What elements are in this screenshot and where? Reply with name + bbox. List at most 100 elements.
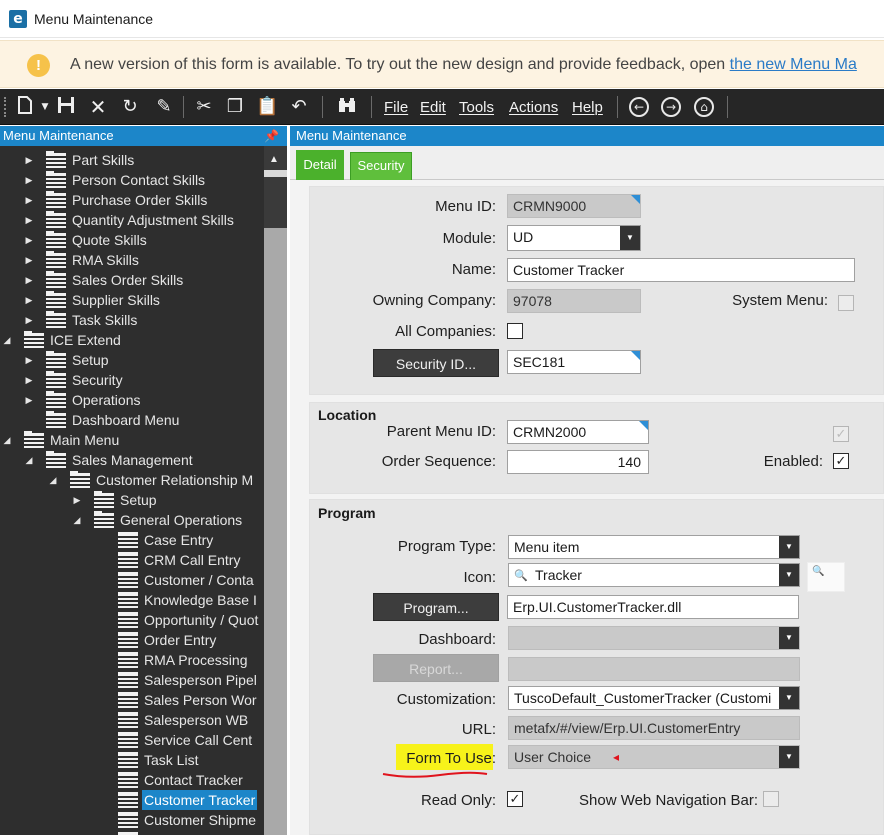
tree-menu-item[interactable]: CRM Call Entry	[0, 550, 264, 570]
scroll-up-arrow-icon[interactable]: ▲	[269, 154, 279, 165]
tree-scrollbar[interactable]: ▲	[264, 146, 287, 835]
expand-arrow-right-icon[interactable]: ▶	[24, 250, 34, 270]
tree-folder-item[interactable]: ▶ Quote Skills	[0, 230, 264, 250]
order-sequence-field[interactable]: 140	[507, 450, 649, 474]
tab-security[interactable]: Security	[350, 152, 412, 180]
menu-edit[interactable]: Edit	[420, 99, 446, 116]
tree-menu-item[interactable]: Salesperson WB	[0, 710, 264, 730]
program-field[interactable]: Erp.UI.CustomerTracker.dll	[507, 595, 799, 619]
search-binoculars-icon[interactable]	[336, 95, 358, 119]
expand-arrow-right-icon[interactable]: ▶	[24, 210, 34, 230]
parent-menu-id-field[interactable]: CRMN2000	[507, 420, 649, 444]
refresh-icon[interactable]: ↻	[119, 95, 141, 119]
expand-arrow-right-icon[interactable]: ▶	[24, 190, 34, 210]
toolbar-grip[interactable]	[4, 97, 8, 117]
icon-select[interactable]: 🔍 Tracker ▼	[508, 563, 800, 587]
forward-icon[interactable]: →	[661, 97, 681, 117]
tree-folder-item[interactable]: ▶ Quantity Adjustment Skills	[0, 210, 264, 230]
tab-detail[interactable]: Detail	[296, 150, 344, 180]
tree-folder-item[interactable]: ▶ RMA Skills	[0, 250, 264, 270]
tree-folder-item[interactable]: ▶ Operations	[0, 390, 264, 410]
tree-menu-item[interactable]: Customer Tracker	[0, 790, 264, 810]
tree-menu-item[interactable]: Customer Shipme	[0, 810, 264, 830]
new-icon[interactable]	[14, 95, 36, 119]
pin-icon[interactable]: 📌	[264, 126, 279, 146]
all-companies-checkbox[interactable]	[507, 323, 523, 339]
customization-select[interactable]: TuscoDefault_CustomerTracker (Customi ▼	[508, 686, 800, 710]
chevron-down-icon[interactable]: ▼	[779, 536, 799, 558]
scroll-thumb[interactable]	[264, 228, 287, 835]
tree-menu-item[interactable]: Service Call Cent	[0, 730, 264, 750]
expand-arrow-right-icon[interactable]: ▶	[72, 490, 82, 510]
delete-icon[interactable]: ✕	[87, 95, 109, 119]
expand-arrow-down-icon[interactable]: ◢	[48, 470, 58, 490]
read-only-checkbox[interactable]: ✓	[507, 791, 523, 807]
tree-menu-item[interactable]: Sales Person Wor	[0, 690, 264, 710]
back-icon[interactable]: ←	[629, 97, 649, 117]
expand-arrow-right-icon[interactable]: ▶	[24, 310, 34, 330]
tree-menu-item[interactable]: Case Entry	[0, 530, 264, 550]
save-icon[interactable]	[55, 95, 77, 119]
tree-folder-item[interactable]: ◢ ICE Extend	[0, 330, 264, 350]
tree-menu-item[interactable]: Knowledge Base I	[0, 590, 264, 610]
tree-menu-item[interactable]: Task List	[0, 750, 264, 770]
paste-icon[interactable]: 📋	[256, 95, 278, 119]
expand-arrow-down-icon[interactable]: ◢	[2, 330, 12, 350]
menu-tools[interactable]: Tools	[459, 99, 494, 116]
tree-folder-item[interactable]: ▶ Setup	[0, 350, 264, 370]
form-to-use-select[interactable]: User Choice ◂ ▼	[508, 745, 800, 769]
tree-folder-item[interactable]: ◢ Customer Relationship M	[0, 470, 264, 490]
enabled-checkbox[interactable]: ✓	[833, 453, 849, 469]
expand-arrow-down-icon[interactable]: ◢	[2, 430, 12, 450]
new-menu-link[interactable]: the new Menu Ma	[730, 56, 857, 73]
cut-icon[interactable]: ✂	[193, 95, 215, 119]
tree-folder-item[interactable]: ◢ General Operations	[0, 510, 264, 530]
tree-folder-item[interactable]: ▶ Purchase Order Skills	[0, 190, 264, 210]
tree-folder-item[interactable]: ▶ Task Skills	[0, 310, 264, 330]
expand-arrow-right-icon[interactable]: ▶	[24, 230, 34, 250]
tree-menu-item[interactable]: AR Invoice Tracker	[0, 830, 264, 835]
security-id-field[interactable]: SEC181	[507, 350, 641, 374]
expand-arrow-right-icon[interactable]: ▶	[24, 270, 34, 290]
chevron-down-icon[interactable]: ▼	[779, 746, 799, 768]
program-type-select[interactable]: Menu item ▼	[508, 535, 800, 559]
name-field[interactable]: Customer Tracker	[507, 258, 855, 282]
chevron-down-icon[interactable]: ▼	[620, 226, 640, 250]
tree-menu-item[interactable]: Opportunity / Quot	[0, 610, 264, 630]
tree-folder-item[interactable]: ▶ Sales Order Skills	[0, 270, 264, 290]
tree-folder-item[interactable]: ▶ Person Contact Skills	[0, 170, 264, 190]
tree-folder-item[interactable]: ▶ Supplier Skills	[0, 290, 264, 310]
expand-arrow-down-icon[interactable]: ◢	[72, 510, 82, 530]
tree-menu-item[interactable]: Contact Tracker	[0, 770, 264, 790]
tree-folder-item[interactable]: ▶ Security	[0, 370, 264, 390]
clear-icon[interactable]: ✎	[153, 95, 175, 119]
security-id-button[interactable]: Security ID...	[373, 349, 499, 377]
expand-arrow-right-icon[interactable]: ▶	[24, 290, 34, 310]
expand-arrow-right-icon[interactable]: ▶	[24, 390, 34, 410]
expand-arrow-right-icon[interactable]: ▶	[24, 370, 34, 390]
chevron-down-icon[interactable]: ▼	[779, 627, 799, 649]
tree-menu-item[interactable]: Customer / Conta	[0, 570, 264, 590]
menu-file[interactable]: File	[384, 99, 408, 116]
home-icon[interactable]: ⌂	[694, 97, 714, 117]
program-button[interactable]: Program...	[373, 593, 499, 621]
tree-folder-item[interactable]: ▶ Setup	[0, 490, 264, 510]
module-select[interactable]: UD ▼	[507, 225, 641, 251]
menu-actions[interactable]: Actions	[509, 99, 558, 116]
expand-arrow-down-icon[interactable]: ◢	[24, 450, 34, 470]
chevron-down-icon[interactable]: ▼	[779, 564, 799, 586]
expand-arrow-right-icon[interactable]: ▶	[24, 150, 34, 170]
expand-arrow-right-icon[interactable]: ▶	[24, 350, 34, 370]
tree-folder-item[interactable]: ▶ Part Skills	[0, 150, 264, 170]
tree-menu-item[interactable]: Salesperson Pipel	[0, 670, 264, 690]
menu-help[interactable]: Help	[572, 99, 603, 116]
tree-menu-item[interactable]: Order Entry	[0, 630, 264, 650]
copy-icon[interactable]: ❐	[224, 95, 246, 119]
tree-folder-item[interactable]: ◢ Main Menu	[0, 430, 264, 450]
tree-menu-item[interactable]: RMA Processing	[0, 650, 264, 670]
chevron-down-icon[interactable]: ▼	[779, 687, 799, 709]
undo-icon[interactable]: ↶	[288, 95, 310, 119]
tree-folder-item[interactable]: Dashboard Menu	[0, 410, 264, 430]
new-dropdown-icon[interactable]: ▼	[34, 95, 56, 119]
expand-arrow-right-icon[interactable]: ▶	[24, 170, 34, 190]
